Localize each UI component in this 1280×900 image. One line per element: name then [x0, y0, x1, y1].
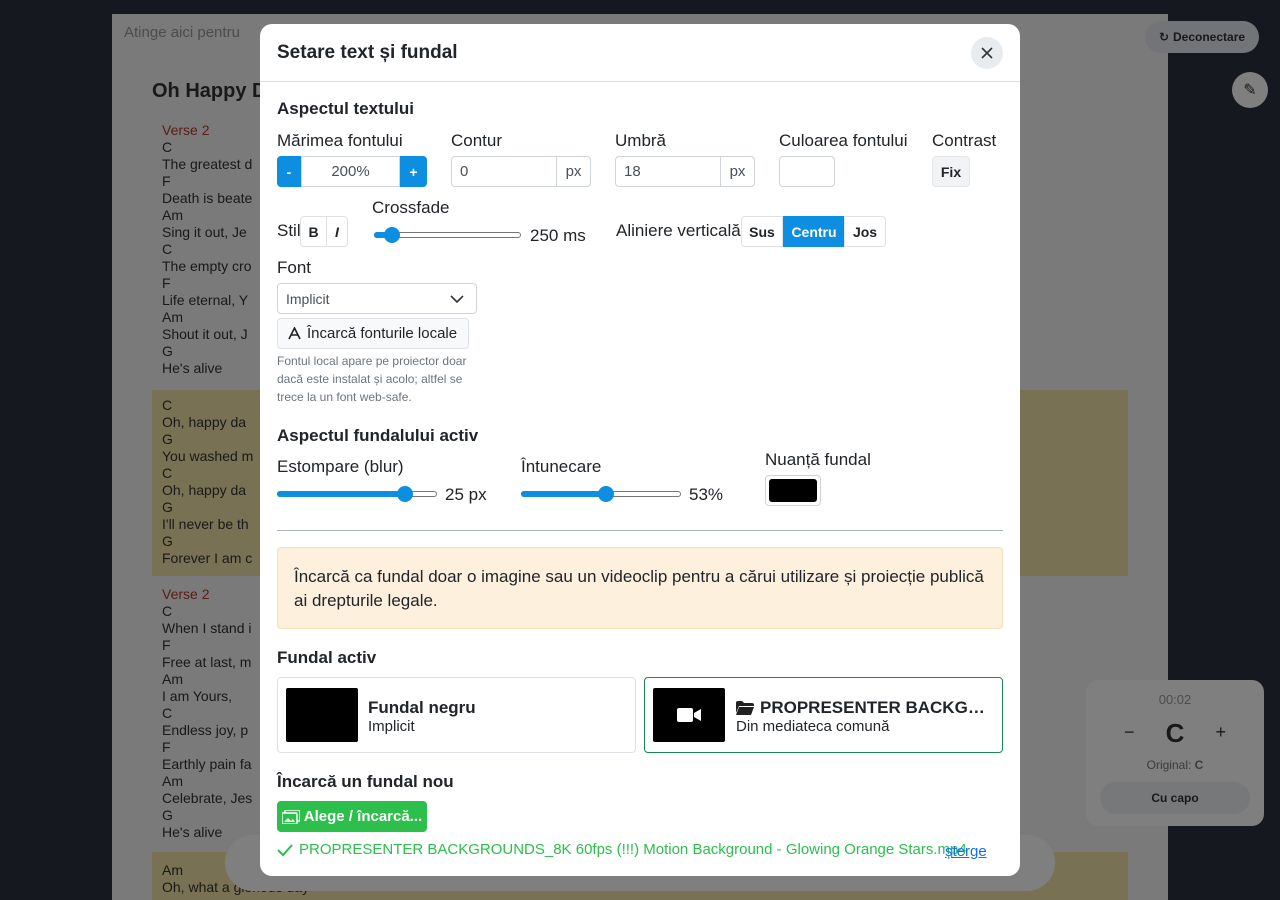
bg-card-thumbnail	[286, 688, 358, 742]
uploaded-file-name: PROPRESENTER BACKGROUNDS_8K 60fps (!!!) …	[299, 841, 967, 858]
italic-toggle[interactable]: I	[326, 216, 348, 247]
vertical-align-center-button[interactable]: Centru	[783, 216, 845, 247]
font-label: Font	[277, 258, 312, 277]
blur-slider-thumb[interactable]	[397, 486, 413, 502]
text-background-modal: Setare text și fundal Aspectul textului …	[260, 24, 1020, 876]
blur-slider[interactable]	[277, 486, 437, 502]
font-color-picker[interactable]	[779, 156, 835, 187]
crossfade-label: Crossfade	[372, 198, 450, 217]
outline-label: Contur	[451, 131, 503, 150]
shadow-label: Umbră	[615, 131, 667, 150]
font-size-increase-button[interactable]: +	[400, 156, 427, 187]
rights-warning: Încarcă ca fundal doar o imagine sau un …	[277, 547, 1003, 629]
font-color-swatch	[784, 161, 830, 182]
darken-value: 53%	[689, 485, 724, 504]
upload-heading: Încarcă un fundal nou	[277, 772, 454, 791]
chevron-down-icon	[450, 295, 464, 304]
text-section-heading: Aspectul textului	[277, 99, 414, 118]
font-icon	[288, 327, 301, 340]
contrast-label: Contrast	[932, 131, 997, 150]
modal-header: Setare text și fundal	[260, 24, 1020, 82]
outline-input[interactable]: 0	[451, 156, 557, 187]
crossfade-value: 250 ms	[530, 226, 586, 245]
bg-card-thumbnail	[653, 688, 725, 742]
bg-card-subtitle: Din mediateca comună	[736, 718, 890, 735]
vertical-align-bottom-button[interactable]: Jos	[844, 216, 886, 247]
bg-card-black[interactable]: Fundal negru Implicit	[277, 677, 636, 753]
folder-icon	[736, 701, 754, 715]
bg-card-subtitle: Implicit	[368, 718, 415, 735]
bg-card-title: Fundal negru	[368, 698, 476, 717]
bold-toggle[interactable]: B	[300, 216, 327, 247]
bg-card-video[interactable]: PROPRESENTER BACKGROUNDS_8K 60fps (!!!) …	[644, 677, 1003, 753]
close-button[interactable]	[971, 37, 1003, 69]
tint-color-swatch	[769, 479, 817, 502]
load-local-fonts-button[interactable]: Încarcă fonturile locale	[277, 318, 469, 349]
bg-card-title-row: PROPRESENTER BACKGROUNDS_8K 60fps (!!!) …	[736, 698, 994, 718]
blur-value: 25 px	[445, 485, 487, 504]
uploaded-file-row: PROPRESENTER BACKGROUNDS_8K 60fps (!!!) …	[277, 841, 967, 858]
modal-title: Setare text și fundal	[277, 42, 458, 63]
bg-section-heading: Aspectul fundalului activ	[277, 426, 479, 445]
shadow-unit: px	[720, 156, 755, 187]
bg-card-title: PROPRESENTER BACKGROUNDS_8K 60fps (!!!) …	[760, 698, 994, 717]
darken-slider-thumb[interactable]	[597, 486, 614, 502]
contrast-fix-button[interactable]: Fix	[932, 156, 970, 187]
vertical-align-top-button[interactable]: Sus	[741, 216, 783, 247]
font-size-decrease-button[interactable]: -	[277, 156, 301, 187]
video-camera-icon	[677, 708, 701, 722]
divider	[277, 530, 1003, 531]
local-font-note: Fontul local apare pe proiector doar dac…	[277, 354, 467, 404]
close-icon	[981, 47, 993, 59]
darken-label: Întunecare	[521, 457, 602, 476]
tint-color-picker[interactable]	[765, 475, 821, 506]
check-icon	[277, 843, 293, 856]
choose-upload-button[interactable]: Alege / încarcă...	[277, 801, 427, 832]
font-color-label: Culoarea fontului	[779, 131, 908, 150]
shadow-input[interactable]: 18	[615, 156, 721, 187]
crossfade-slider[interactable]	[374, 227, 521, 243]
font-size-input[interactable]: 200%	[301, 156, 400, 187]
style-label: Stil	[277, 221, 301, 240]
active-bg-heading: Fundal activ	[277, 648, 377, 667]
delete-file-link[interactable]: șterge	[945, 843, 987, 860]
blur-label: Estompare (blur)	[277, 457, 404, 476]
vertical-align-label: Aliniere verticală	[616, 221, 741, 240]
crossfade-slider-thumb[interactable]	[383, 227, 400, 243]
images-icon	[281, 809, 300, 824]
font-size-label: Mărimea fontului	[277, 131, 403, 150]
tint-label: Nuanță fundal	[765, 450, 871, 469]
outline-unit: px	[556, 156, 591, 187]
font-select[interactable]: Implicit	[277, 283, 477, 314]
darken-slider[interactable]	[521, 486, 681, 502]
